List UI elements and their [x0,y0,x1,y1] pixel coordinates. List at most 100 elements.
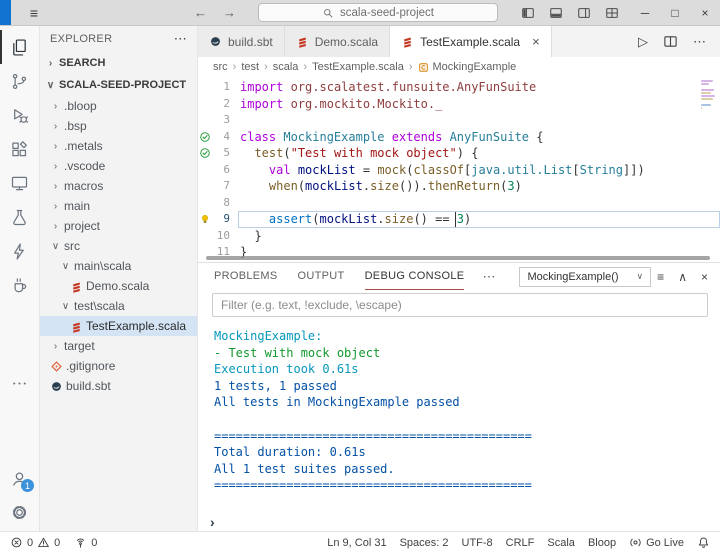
maximize-button[interactable]: □ [660,0,690,25]
tree-item-bsp[interactable]: › .bsp [40,116,197,136]
section-search[interactable]: › SEARCH [40,52,197,74]
console-line: Total duration: 0.61s [214,445,366,460]
activity-more-views-button[interactable] [0,366,39,400]
tree-item-project[interactable]: › project [40,216,197,236]
status-ln-9-col-31[interactable]: Ln 9, Col 31 [327,537,386,549]
chevron-down-icon: ∨ [51,240,60,252]
panel-more-icon[interactable]: ⋯ [482,269,495,285]
status-scala[interactable]: Scala [547,537,575,549]
command-center-search[interactable]: scala-seed-project [258,3,498,22]
tab-label: build.sbt [228,34,273,49]
tree-item-vscode[interactable]: › .vscode [40,156,197,176]
tree-item-build-sbt[interactable]: build.sbt [40,376,197,396]
tree-item-target[interactable]: › target [40,336,197,356]
line-number: 8 [223,195,230,209]
maximize-panel-icon[interactable]: ∧ [678,270,687,284]
code-token: class [240,129,277,144]
gutter-glyph [198,213,212,225]
close-tab-icon[interactable]: × [532,34,540,49]
status-left: 0 0 0 [10,536,97,549]
status-crlf[interactable]: CRLF [506,537,535,549]
section-project-root[interactable]: ∨ SCALA-SEED-PROJECT [40,74,197,96]
close-button[interactable]: × [690,0,720,25]
status-right: Ln 9, Col 31 Spaces: 2 UTF-8 CRLF Scala Bloop… [327,536,710,549]
breadcrumb-item-mockingexample[interactable]: MockingExample [418,61,517,73]
back-icon[interactable]: ← [194,5,207,20]
code-token: ( [297,179,306,193]
breadcrumb-label: MockingExample [432,61,517,73]
breadcrumb-item-testexample-scala[interactable]: TestExample.scala [312,61,404,73]
panel-tab-problems[interactable]: PROBLEMS [214,263,278,290]
breadcrumb-item-scala[interactable]: scala [273,61,299,73]
line-number: 3 [223,113,230,126]
activity-settings-button[interactable] [0,495,39,529]
status-go-live[interactable]: Go Live [629,536,684,549]
layout-sidebar-right-toggle-button[interactable] [572,1,596,25]
run-button[interactable]: ▷ [638,34,648,50]
tree-item-metals[interactable]: › .metals [40,136,197,156]
status-utf-8[interactable]: UTF-8 [462,537,493,549]
debug-session-dropdown[interactable]: MockingExample() ∨ [519,266,652,287]
breadcrumb-label: TestExample.scala [312,61,404,73]
code-token: [ [572,162,580,177]
vscode-window: ≡ ← → scala-seed-project ─ □ × 1 EXPLORE… [0,0,720,553]
horizontal-scrollbar[interactable] [206,256,710,260]
panel-tab-debug-console[interactable]: DEBUG CONSOLE [364,263,465,290]
accent-strip [0,0,11,25]
activity-explorer-button[interactable] [0,30,39,64]
explorer-actions-icon[interactable]: ⋯ [174,31,187,47]
console-filter-input[interactable] [212,293,708,317]
status-spaces-2[interactable]: Spaces: 2 [400,537,449,549]
layout-panel-toggle-button[interactable] [544,1,568,25]
activity-source-control-button[interactable] [0,64,39,98]
chevron-right-icon: › [53,160,58,172]
status-bloop[interactable]: Bloop [588,537,616,549]
problems-status[interactable]: 0 0 [10,536,60,549]
breadcrumb-item-test[interactable]: test [241,61,259,73]
tab-demo-scala[interactable]: Demo.scala [284,26,391,57]
tab-build-sbt[interactable]: build.sbt [198,26,285,57]
code-token: when [268,179,298,193]
close-panel-icon[interactable]: × [701,270,708,284]
editor-more-actions-icon[interactable]: ⋯ [693,34,706,50]
tab-testexample-scala[interactable]: TestExample.scala × [390,26,552,57]
tree-item-main[interactable]: › main [40,196,197,216]
console-line: MockingExample: [214,329,323,343]
scala-file-icon [401,35,414,48]
console-filter-icon[interactable]: ≡ [657,270,664,284]
tree-item-testexample-scala[interactable]: TestExample.scala [40,316,197,336]
status-label: Scala [547,536,575,549]
breadcrumb-label: src [213,61,228,73]
activity-testing-button[interactable] [0,200,39,234]
activity-metals-button[interactable] [0,234,39,268]
panel-tab-output[interactable]: OUTPUT [298,263,345,290]
menu-icon[interactable]: ≡ [24,5,44,21]
activity-accounts-button[interactable]: 1 [0,461,39,495]
tree-item-bloop[interactable]: › .bloop [40,96,197,116]
split-editor-icon[interactable] [663,34,678,49]
activity-java-packages-button[interactable] [0,268,39,302]
layout-sidebar-toggle-button[interactable] [516,1,540,25]
forward-icon[interactable]: → [223,5,236,20]
minimize-button[interactable]: ─ [630,0,660,25]
layout-grid-toggle-button[interactable] [600,1,624,25]
tree-item-demo-scala[interactable]: Demo.scala [40,276,197,296]
tree-item-macros[interactable]: › macros [40,176,197,196]
code-editor[interactable]: 1 import org.scalatest.funsuite.AnyFunSui… [198,77,720,263]
code-token: { [529,129,544,144]
activity-extensions-button[interactable] [0,132,39,166]
minimap[interactable] [701,80,717,112]
tree-item-test-scala[interactable]: ∨ test\scala [40,296,197,316]
activity-remote-explorer-button[interactable] [0,166,39,200]
ports-status[interactable]: 0 [74,536,97,549]
breadcrumb-item-src[interactable]: src [213,61,228,73]
tree-item-main-scala[interactable]: ∨ main\scala [40,256,197,276]
notifications-button[interactable] [697,536,710,549]
tree-item-src[interactable]: ∨ src [40,236,197,256]
activity-run-and-debug-button[interactable] [0,98,39,132]
section-project-label: SCALA-SEED-PROJECT [59,79,187,91]
debug-repl-prompt[interactable]: › [198,512,720,531]
tree-item-gitignore[interactable]: .gitignore [40,356,197,376]
